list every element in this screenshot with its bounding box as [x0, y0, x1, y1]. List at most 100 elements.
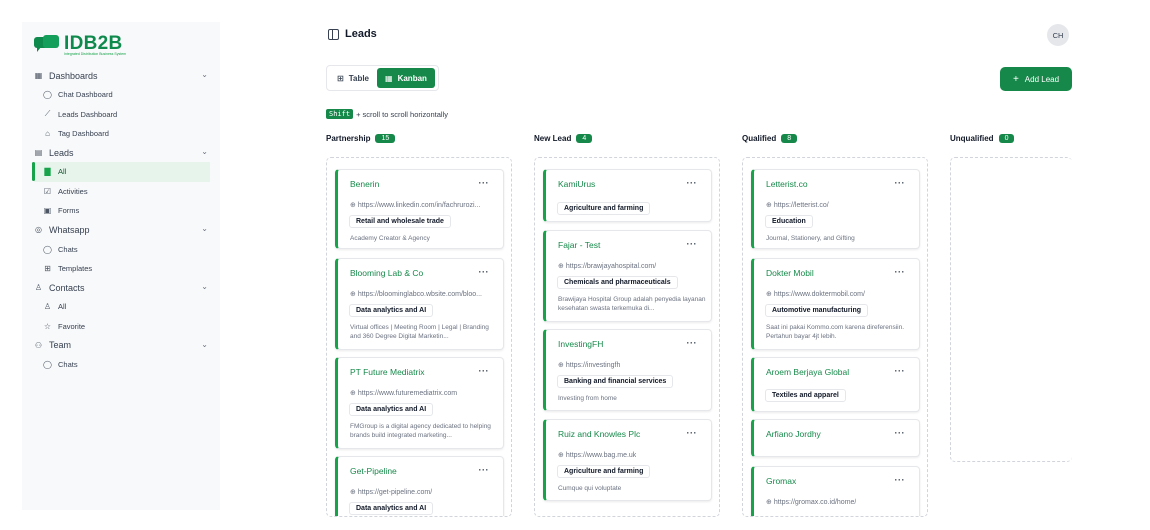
- more-options-icon[interactable]: ···: [479, 366, 490, 376]
- sidebar-section-whatsapp[interactable]: ◎ Whatsapp ⌄: [22, 220, 220, 239]
- sidebar-item-tag-dashboard[interactable]: ⌂ Tag Dashboard: [22, 124, 220, 143]
- kanban-view-button[interactable]: ▦ Kanban: [377, 68, 435, 88]
- globe-icon: ⊕: [766, 202, 772, 209]
- logo-chat-icon: [34, 35, 60, 53]
- kanban-column-partnership[interactable]: Benerin ··· ⊕ https://www.linkedin.com/in…: [326, 157, 512, 517]
- lead-card[interactable]: Benerin ··· ⊕ https://www.linkedin.com/in…: [335, 169, 504, 249]
- more-options-icon[interactable]: ···: [687, 338, 698, 348]
- template-icon: ⊞: [44, 263, 51, 273]
- more-options-icon[interactable]: ···: [687, 428, 698, 438]
- lead-card[interactable]: Dokter Mobil ··· ⊕ https://www.doktermobi…: [751, 258, 920, 350]
- sidebar-item-leads-all[interactable]: ▇ All: [32, 162, 210, 182]
- more-options-icon[interactable]: ···: [687, 239, 698, 249]
- sidebar-section-leads[interactable]: ▤ Leads ⌄: [22, 143, 220, 162]
- sidebar-item-label: All: [58, 302, 67, 312]
- kanban-column-qualified[interactable]: Letterist.co ··· ⊕ https://letterist.co/ …: [742, 157, 928, 517]
- sidebar-item-contacts-all[interactable]: ♙ All: [22, 297, 220, 316]
- lead-website[interactable]: ⊕ https://www.linkedin.com/in/fachrurozi.…: [350, 201, 480, 209]
- lead-card[interactable]: Get-Pipeline ··· ⊕ https://get-pipeline.c…: [335, 456, 504, 516]
- lead-name[interactable]: Blooming Lab & Co: [350, 268, 423, 278]
- lead-name[interactable]: Aroem Berjaya Global: [766, 367, 849, 377]
- more-options-icon[interactable]: ···: [687, 178, 698, 188]
- more-options-icon[interactable]: ···: [895, 475, 906, 485]
- shift-key-badge: Shift: [326, 109, 354, 119]
- lead-url-text: https://www.futuremediatrix.com: [357, 390, 458, 397]
- column-count-badge: 15: [375, 134, 396, 143]
- page-title: Leads: [328, 28, 377, 40]
- lead-url-text: https://investingfh: [565, 362, 621, 369]
- sidebar-section-contacts[interactable]: ♙ Contacts ⌄: [22, 278, 220, 297]
- kanban-column-new-lead[interactable]: KamiUrus ··· Agriculture and farming Faj…: [534, 157, 720, 517]
- lead-name[interactable]: InvestingFH: [558, 339, 603, 349]
- avatar[interactable]: CH: [1047, 24, 1069, 46]
- lead-card[interactable]: Aroem Berjaya Global ··· Textiles and ap…: [751, 357, 920, 412]
- chat-icon: ◯: [43, 90, 52, 100]
- sidebar-item-leads-dashboard[interactable]: ⟋ Leads Dashboard: [22, 104, 220, 123]
- industry-tag: Data analytics and AI: [349, 403, 434, 416]
- sidebar-item-favorite[interactable]: ☆ Favorite: [22, 317, 220, 336]
- lead-name[interactable]: PT Future Mediatrix: [350, 367, 424, 377]
- sidebar-item-chat-dashboard[interactable]: ◯ Chat Dashboard: [22, 85, 220, 104]
- lead-website[interactable]: ⊕ https://www.futuremediatrix.com: [350, 389, 457, 397]
- sidebar-item-team-chats[interactable]: ◯ Chats: [22, 355, 220, 374]
- lead-name[interactable]: Benerin: [350, 179, 379, 189]
- lead-card[interactable]: Ruiz and Knowles Plc ··· ⊕ https://www.ba…: [543, 419, 712, 501]
- sidebar-item-activities[interactable]: ☑ Activities: [22, 182, 220, 201]
- sidebar-item-templates[interactable]: ⊞ Templates: [22, 259, 220, 278]
- lead-website[interactable]: ⊕ https://get-pipeline.com/: [350, 488, 432, 496]
- lead-url-text: https://www.linkedin.com/in/fachrurozi..…: [357, 202, 481, 209]
- lead-name[interactable]: Get-Pipeline: [350, 466, 397, 476]
- globe-icon: ⊕: [558, 263, 564, 270]
- industry-tag: Retail and wholesale trade: [349, 215, 451, 228]
- more-options-icon[interactable]: ···: [479, 465, 490, 475]
- sidebar-item-forms[interactable]: ▣ Forms: [22, 201, 220, 220]
- lead-website[interactable]: ⊕ https://investingfh: [558, 361, 620, 369]
- lead-card[interactable]: Arfiano Jordhy ···: [751, 419, 920, 457]
- lead-url-text: https://gromax.co.id/home/: [773, 499, 857, 506]
- chart-line-icon: ⟋: [44, 109, 51, 119]
- globe-icon: ⊕: [350, 489, 356, 496]
- column-count-badge: 8: [781, 134, 798, 143]
- lead-card[interactable]: Gromax ··· ⊕ https://gromax.co.id/home/: [751, 466, 920, 516]
- sidebar-item-label: Tag Dashboard: [58, 128, 109, 138]
- sidebar-nav: ▦ Dashboards ⌄ ◯ Chat Dashboard ⟋ Leads …: [22, 66, 220, 374]
- lead-card[interactable]: InvestingFH ··· ⊕ https://investingfh Ban…: [543, 329, 712, 411]
- lead-name[interactable]: KamiUrus: [558, 179, 595, 189]
- lead-website[interactable]: ⊕ https://www.doktermobil.com/: [766, 290, 865, 298]
- sidebar-section-team[interactable]: ⚇ Team ⌄: [22, 336, 220, 355]
- lead-name[interactable]: Gromax: [766, 476, 796, 486]
- lead-card[interactable]: Blooming Lab & Co ··· ⊕ https://bloomingl…: [335, 258, 504, 350]
- sidebar-section-dashboards[interactable]: ▦ Dashboards ⌄: [22, 66, 220, 85]
- lead-name[interactable]: Arfiano Jordhy: [766, 429, 821, 439]
- table-view-button[interactable]: ⊞ Table: [329, 68, 377, 88]
- kanban-column-unqualified[interactable]: [950, 157, 1072, 462]
- more-options-icon[interactable]: ···: [479, 178, 490, 188]
- sidebar-item-whatsapp-chats[interactable]: ◯ Chats: [22, 239, 220, 258]
- lead-website[interactable]: ⊕ https://letterist.co/: [766, 201, 829, 209]
- industry-tag: Data analytics and AI: [349, 304, 434, 317]
- lead-card[interactable]: Letterist.co ··· ⊕ https://letterist.co/ …: [751, 169, 920, 249]
- lead-website[interactable]: ⊕ https://www.bag.me.uk: [558, 451, 636, 459]
- industry-tag: Chemicals and pharmaceuticals: [557, 276, 678, 289]
- more-options-icon[interactable]: ···: [895, 267, 906, 277]
- lead-name[interactable]: Letterist.co: [766, 179, 808, 189]
- lead-card[interactable]: KamiUrus ··· Agriculture and farming: [543, 169, 712, 222]
- lead-website[interactable]: ⊕ https://bloominglabco.wbsite.com/bloo..…: [350, 290, 482, 298]
- more-options-icon[interactable]: ···: [895, 428, 906, 438]
- lead-name[interactable]: Ruiz and Knowles Plc: [558, 429, 640, 439]
- lead-website[interactable]: ⊕ https://gromax.co.id/home/: [766, 498, 856, 506]
- more-options-icon[interactable]: ···: [479, 267, 490, 277]
- more-options-icon[interactable]: ···: [895, 178, 906, 188]
- add-lead-button[interactable]: + Add Lead: [1000, 67, 1072, 91]
- lead-card[interactable]: PT Future Mediatrix ··· ⊕ https://www.fut…: [335, 357, 504, 449]
- lead-card[interactable]: Fajar - Test ··· ⊕ https://brawjayahospit…: [543, 230, 712, 322]
- lead-website[interactable]: ⊕ https://brawjayahospital.com/: [558, 262, 656, 270]
- lead-url-text: https://www.bag.me.uk: [565, 452, 637, 459]
- table-icon: ⊞: [337, 73, 344, 83]
- chevron-down-icon: ⌄: [201, 339, 208, 349]
- more-options-icon[interactable]: ···: [895, 366, 906, 376]
- lead-description: Saat ini pakai Kommo.com karena direfere…: [766, 324, 905, 340]
- sidebar-item-label: Forms: [58, 206, 80, 216]
- lead-name[interactable]: Fajar - Test: [558, 240, 600, 250]
- lead-name[interactable]: Dokter Mobil: [766, 268, 814, 278]
